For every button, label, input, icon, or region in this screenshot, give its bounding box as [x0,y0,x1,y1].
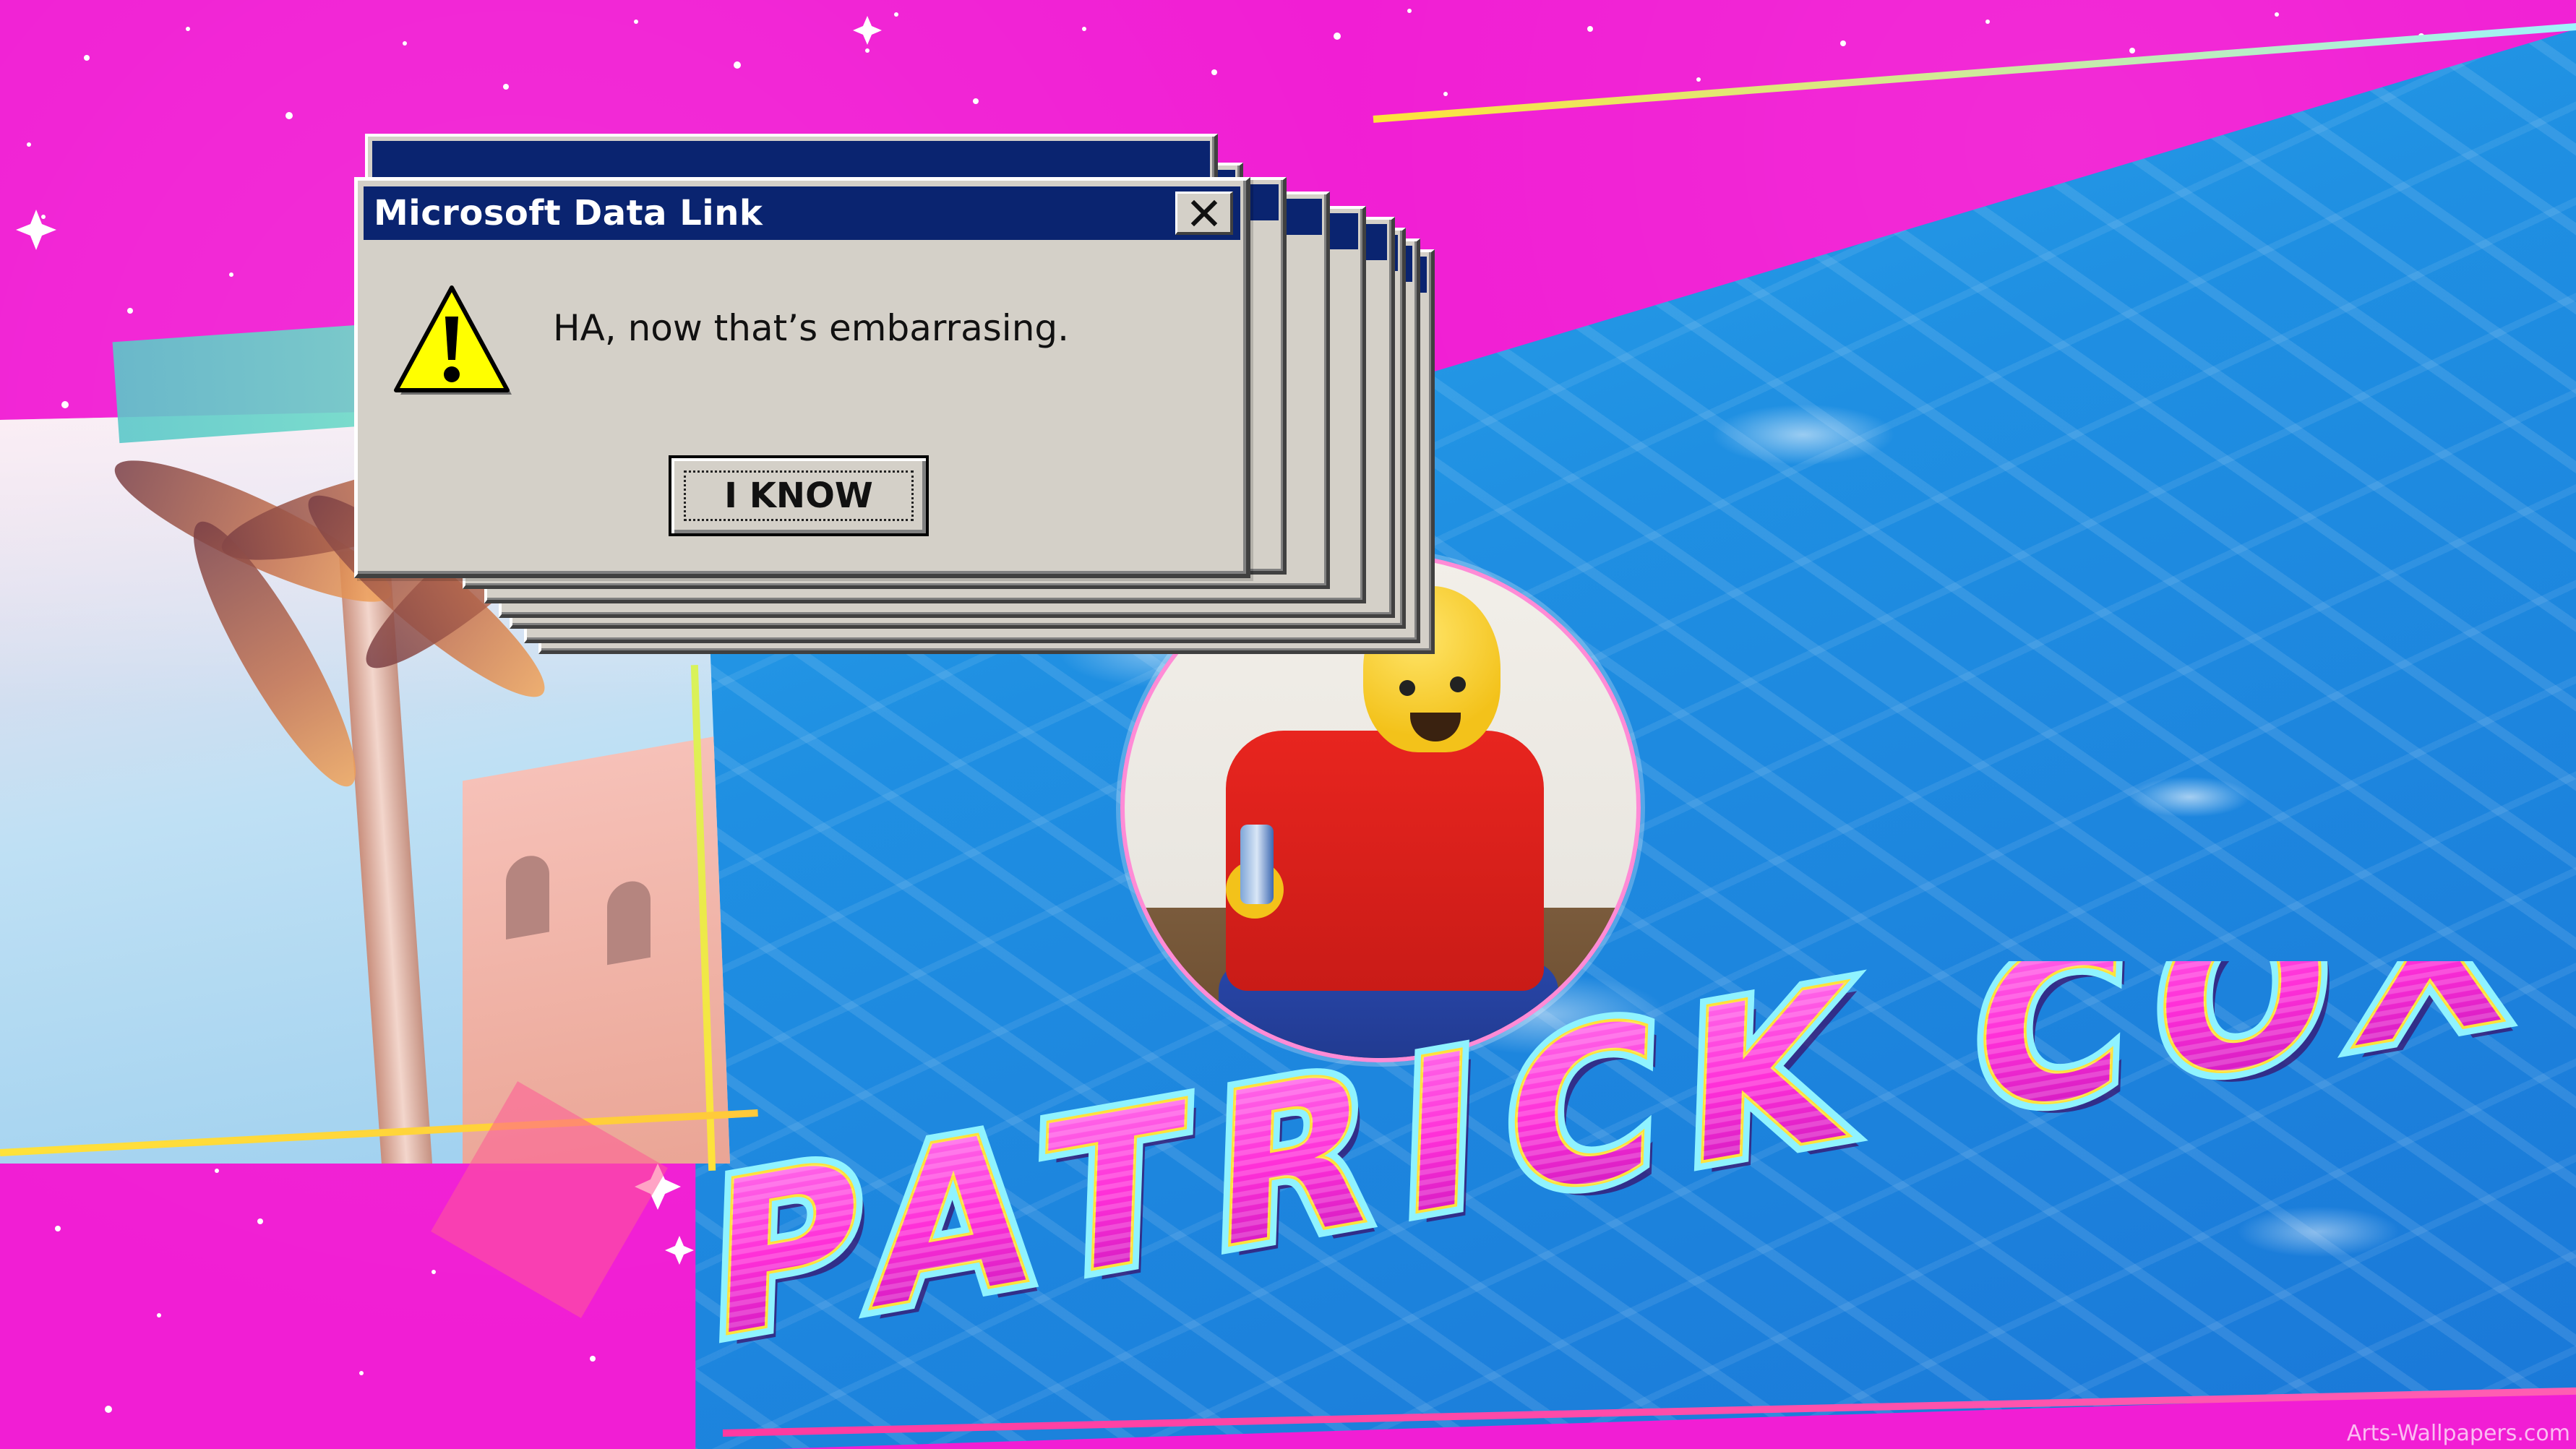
close-icon [1190,199,1217,226]
figure-eye [1399,680,1415,696]
watermark: Arts-Wallpapers.com [2346,1421,2570,1446]
figure-body [1226,731,1544,991]
close-button[interactable] [1175,192,1233,235]
teal-tape-strip [112,322,394,444]
building-window [607,877,651,966]
figure-can [1240,825,1274,904]
title-scanlines: PATRICK COX [707,961,2543,1388]
dialog-titlebar[interactable]: Microsoft Data Link [364,186,1240,240]
i-know-button[interactable]: I KNOW [669,455,929,536]
dialog-title: Microsoft Data Link [374,193,763,233]
warning-icon [394,285,512,395]
building-window [506,852,549,940]
i-know-button-label: I KNOW [684,470,914,521]
error-dialog: Microsoft Data Link HA, now that’s embar… [354,177,1250,578]
dialog-message: HA, now that’s embarrasing. [553,307,1070,349]
patrick-cox-title: PATRICK COX PATRICK COX PATRICK COX PATR… [699,961,2553,1398]
figure-eye [1450,676,1466,692]
